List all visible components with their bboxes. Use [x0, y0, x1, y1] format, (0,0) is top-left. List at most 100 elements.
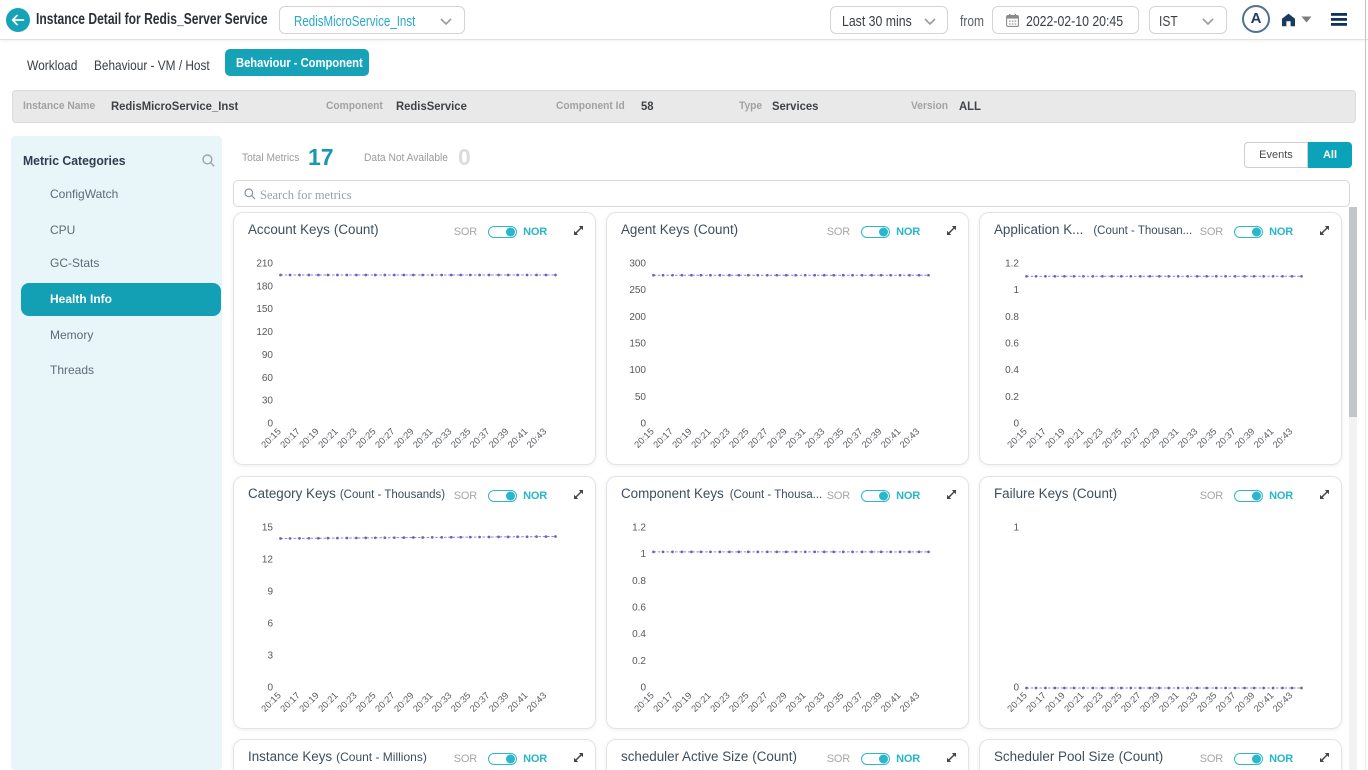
svg-text:20:29: 20:29	[765, 426, 789, 450]
svg-text:100: 100	[629, 365, 646, 376]
svg-text:20:19: 20:19	[1043, 426, 1067, 450]
svg-text:20:41: 20:41	[879, 690, 903, 714]
svg-text:20:21: 20:21	[1062, 426, 1086, 450]
svg-text:12: 12	[262, 554, 274, 565]
svg-text:1.2: 1.2	[1005, 259, 1019, 270]
svg-text:0.8: 0.8	[632, 575, 646, 586]
svg-text:20:29: 20:29	[1138, 426, 1162, 450]
svg-text:120: 120	[256, 327, 273, 338]
svg-text:20:33: 20:33	[430, 690, 454, 714]
svg-text:20:43: 20:43	[525, 426, 549, 450]
svg-text:20:17: 20:17	[651, 426, 675, 450]
svg-text:20:33: 20:33	[1176, 426, 1200, 450]
svg-text:20:23: 20:23	[1081, 690, 1105, 714]
svg-text:210: 210	[256, 259, 273, 270]
svg-text:30: 30	[262, 396, 274, 407]
svg-text:150: 150	[256, 304, 273, 315]
svg-text:15: 15	[262, 522, 274, 533]
svg-text:20:29: 20:29	[392, 690, 416, 714]
svg-text:90: 90	[262, 350, 274, 361]
svg-text:1: 1	[640, 549, 646, 560]
svg-text:20:37: 20:37	[468, 690, 492, 714]
svg-text:20:39: 20:39	[1233, 690, 1257, 714]
svg-text:20:23: 20:23	[335, 690, 359, 714]
svg-text:20:29: 20:29	[765, 690, 789, 714]
svg-text:0.4: 0.4	[1005, 365, 1019, 376]
svg-text:20:37: 20:37	[841, 690, 865, 714]
svg-text:0.4: 0.4	[632, 629, 646, 640]
svg-text:0.8: 0.8	[1005, 312, 1019, 323]
svg-text:0.6: 0.6	[632, 602, 646, 613]
svg-text:20:39: 20:39	[487, 426, 511, 450]
svg-text:0: 0	[1013, 419, 1019, 430]
svg-text:20:27: 20:27	[373, 690, 397, 714]
svg-text:20:17: 20:17	[651, 690, 675, 714]
svg-text:20:19: 20:19	[297, 426, 321, 450]
svg-text:20:19: 20:19	[670, 690, 694, 714]
svg-text:20:37: 20:37	[841, 426, 865, 450]
svg-text:20:25: 20:25	[727, 690, 751, 714]
svg-text:20:35: 20:35	[1195, 690, 1219, 714]
svg-text:20:21: 20:21	[689, 690, 713, 714]
svg-text:20:37: 20:37	[1214, 426, 1238, 450]
svg-text:20:41: 20:41	[506, 690, 530, 714]
svg-text:0: 0	[640, 682, 646, 693]
svg-text:20:17: 20:17	[278, 690, 302, 714]
svg-text:20:43: 20:43	[898, 426, 922, 450]
svg-text:300: 300	[629, 259, 646, 270]
svg-text:20:41: 20:41	[1252, 690, 1276, 714]
svg-text:0: 0	[267, 682, 273, 693]
svg-text:20:17: 20:17	[278, 426, 302, 450]
svg-text:20:21: 20:21	[689, 426, 713, 450]
svg-text:20:15: 20:15	[259, 426, 283, 450]
svg-text:20:25: 20:25	[727, 426, 751, 450]
svg-text:20:27: 20:27	[746, 426, 770, 450]
svg-text:20:15: 20:15	[259, 690, 283, 714]
svg-text:20:19: 20:19	[1043, 690, 1067, 714]
svg-text:20:35: 20:35	[449, 690, 473, 714]
svg-text:20:17: 20:17	[1024, 690, 1048, 714]
svg-text:200: 200	[629, 312, 646, 323]
svg-text:20:27: 20:27	[1119, 426, 1143, 450]
svg-text:50: 50	[635, 392, 647, 403]
svg-text:0.2: 0.2	[632, 655, 646, 666]
svg-text:20:15: 20:15	[632, 426, 656, 450]
svg-text:0: 0	[1013, 682, 1019, 693]
svg-text:20:31: 20:31	[1157, 690, 1181, 714]
svg-text:20:21: 20:21	[316, 426, 340, 450]
svg-text:20:23: 20:23	[335, 426, 359, 450]
svg-text:20:31: 20:31	[411, 690, 435, 714]
svg-text:20:37: 20:37	[1214, 690, 1238, 714]
svg-text:9: 9	[267, 586, 273, 597]
svg-text:0: 0	[267, 419, 273, 430]
svg-text:20:17: 20:17	[1024, 426, 1048, 450]
svg-text:20:19: 20:19	[670, 426, 694, 450]
svg-text:20:43: 20:43	[898, 690, 922, 714]
svg-text:20:27: 20:27	[746, 690, 770, 714]
svg-text:20:15: 20:15	[1005, 426, 1029, 450]
svg-text:20:29: 20:29	[392, 426, 416, 450]
svg-text:1: 1	[1013, 285, 1019, 296]
svg-text:60: 60	[262, 373, 274, 384]
svg-text:20:29: 20:29	[1138, 690, 1162, 714]
svg-text:20:39: 20:39	[860, 690, 884, 714]
svg-text:20:31: 20:31	[411, 426, 435, 450]
svg-text:1: 1	[1013, 522, 1019, 533]
svg-text:20:27: 20:27	[373, 426, 397, 450]
svg-text:20:43: 20:43	[1271, 426, 1295, 450]
svg-text:3: 3	[267, 650, 273, 661]
svg-text:20:23: 20:23	[708, 690, 732, 714]
svg-text:0.2: 0.2	[1005, 392, 1019, 403]
svg-text:20:41: 20:41	[506, 426, 530, 450]
svg-text:20:35: 20:35	[822, 426, 846, 450]
svg-text:20:25: 20:25	[1100, 426, 1124, 450]
svg-text:20:15: 20:15	[632, 690, 656, 714]
svg-text:20:35: 20:35	[822, 690, 846, 714]
svg-text:20:31: 20:31	[784, 426, 808, 450]
svg-text:1.2: 1.2	[632, 522, 646, 533]
svg-text:20:23: 20:23	[1081, 426, 1105, 450]
svg-text:20:39: 20:39	[860, 426, 884, 450]
svg-text:20:25: 20:25	[354, 690, 378, 714]
svg-text:180: 180	[256, 281, 273, 292]
svg-text:20:39: 20:39	[487, 690, 511, 714]
